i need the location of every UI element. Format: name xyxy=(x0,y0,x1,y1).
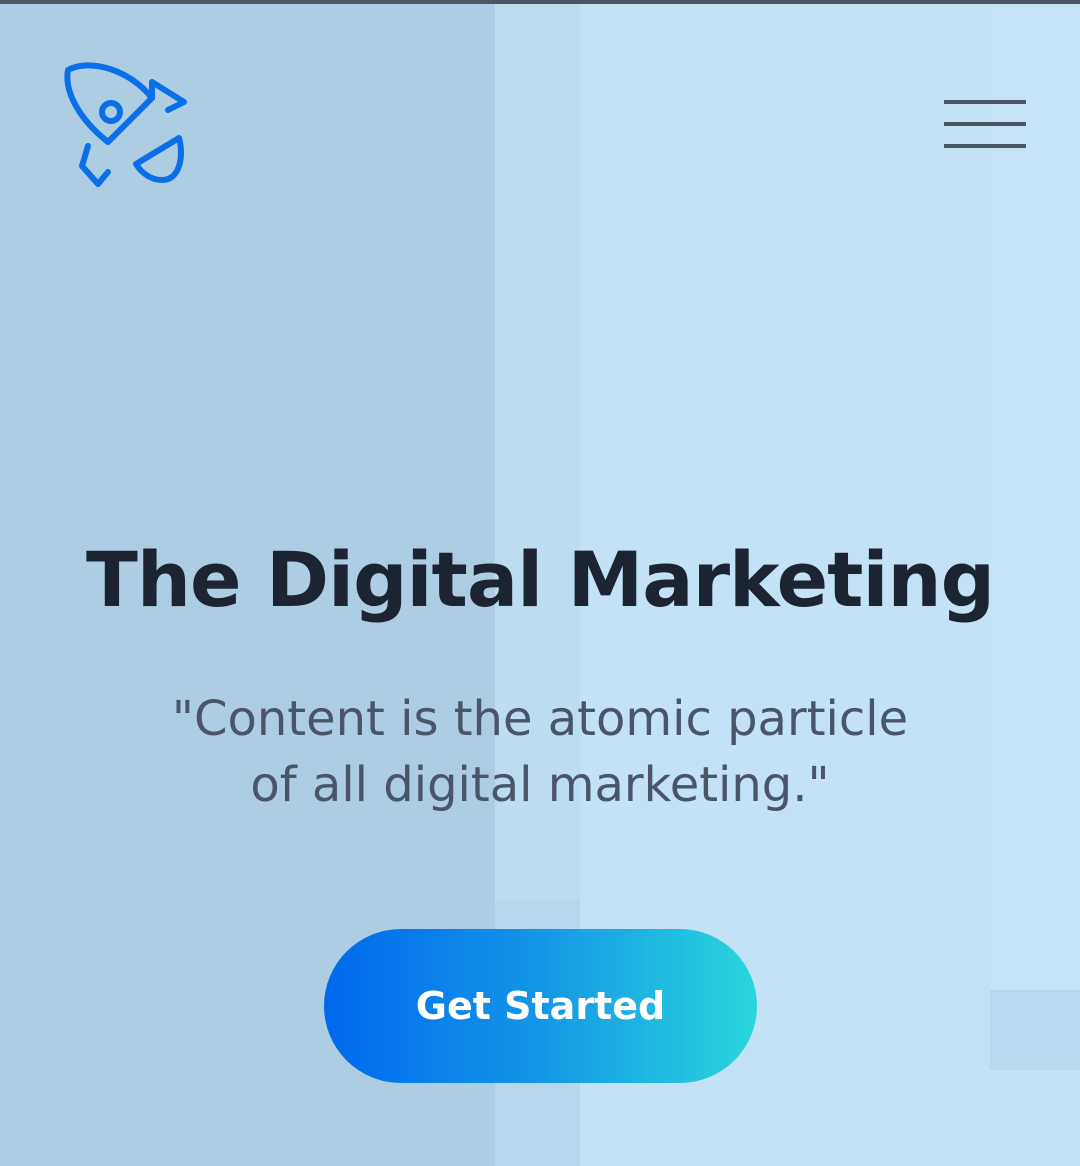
hero-quote-line-2: of all digital marketing." xyxy=(250,757,830,813)
hero-title: The Digital Marketing xyxy=(86,535,995,624)
background-panel xyxy=(990,1070,1080,1166)
menu-bar xyxy=(944,100,1026,104)
hero-quote-line-1: "Content is the atomic particle xyxy=(171,691,909,747)
background-panel xyxy=(990,990,1080,1070)
rocket-icon xyxy=(64,62,187,187)
get-started-button[interactable]: Get Started xyxy=(324,929,757,1083)
hero-quote: "Content is the atomic particle of all d… xyxy=(120,686,960,818)
menu-button[interactable] xyxy=(940,96,1030,154)
logo-link[interactable] xyxy=(60,60,190,190)
menu-bar xyxy=(944,122,1026,126)
menu-bar xyxy=(944,144,1026,148)
